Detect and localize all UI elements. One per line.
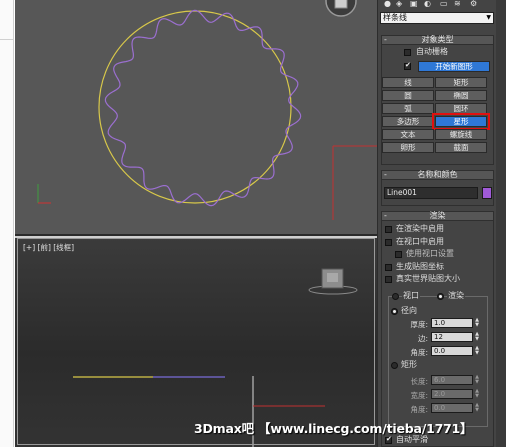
name-color-rollout-header[interactable]: - 名称和颜色 — [381, 170, 494, 180]
viewport-front[interactable]: [+] [前] [线框] — [15, 236, 377, 447]
enable-in-viewport-label: 在视口中启用 — [396, 237, 444, 246]
use-viewport-settings-label: 使用视口设置 — [406, 249, 454, 258]
radial-angle-label: 角度: — [410, 348, 428, 357]
rectangular-radio[interactable] — [391, 362, 398, 369]
rect-angle-spinner-icon[interactable]: ▲ ▼ — [474, 403, 480, 413]
real-world-map-size-label: 真实世界贴图大小 — [396, 274, 460, 283]
viewport-top-canvas — [37, 9, 377, 220]
rect-angle-label: 角度: — [410, 405, 428, 414]
renderer-radio-label: 渲染 — [447, 291, 465, 300]
shape-button-egg[interactable]: 卵形 — [382, 142, 434, 153]
left-window-strip — [0, 0, 14, 447]
enable-in-renderer-checkbox[interactable] — [385, 226, 392, 233]
auto-smooth-checkbox[interactable] — [385, 435, 392, 444]
sides-label: 边: — [417, 334, 428, 343]
object-color-swatch[interactable] — [482, 187, 492, 199]
shape-button-ngon[interactable]: 多边形 — [382, 116, 434, 127]
object-type-title: 对象类型 — [421, 35, 454, 44]
rectangular-label: 矩形 — [401, 360, 417, 369]
width-field[interactable]: 2.0 — [431, 389, 473, 399]
sides-spinner-icon[interactable]: ▲ ▼ — [474, 332, 480, 342]
wavy-star-spline — [104, 9, 302, 207]
enable-in-renderer-label: 在渲染中启用 — [396, 224, 444, 233]
radial-angle-field[interactable]: 0.0 — [431, 346, 473, 356]
rect-angle-field[interactable]: 0.0 — [431, 403, 473, 413]
viewcube-front-icon — [308, 268, 358, 295]
width-spinner-icon[interactable]: ▲ ▼ — [474, 389, 480, 399]
systems-tab-icon[interactable]: ⚙ — [470, 0, 477, 9]
thickness-field[interactable]: 1.0 — [431, 318, 473, 328]
shape-button-donut[interactable]: 圆环 — [435, 103, 487, 114]
chevron-down-icon: ▼ — [486, 14, 491, 21]
command-panel-tabs: ● ◈ ▣ ◐ ▭ ≋ ⚙ — [380, 0, 495, 10]
object-name-field[interactable]: Line001 — [384, 187, 478, 199]
use-viewport-settings-checkbox[interactable] — [395, 251, 402, 258]
radial-angle-spinner-icon[interactable]: ▲ ▼ — [474, 346, 480, 356]
shape-button-text[interactable]: 文本 — [382, 129, 434, 140]
object-type-rollout-header[interactable]: - 对象类型 — [381, 35, 494, 45]
category-dropdown[interactable]: 样条线 ▼ — [380, 12, 494, 24]
shape-button-circle[interactable]: 圆 — [382, 90, 434, 101]
shapes-tab-icon[interactable]: ◈ — [396, 0, 402, 9]
cameras-tab-icon[interactable]: ◐ — [424, 0, 431, 9]
spacewarps-tab-icon[interactable]: ≋ — [454, 0, 461, 9]
autogrid-label: 自动栅格 — [416, 47, 448, 56]
collapse-icon: - — [384, 211, 387, 220]
rendering-title: 渲染 — [429, 211, 446, 220]
renderer-radio[interactable] — [437, 293, 444, 300]
category-dropdown-value: 样条线 — [383, 13, 407, 22]
viewport-front-canvas — [73, 268, 358, 447]
thickness-spinner-icon[interactable]: ▲ ▼ — [474, 318, 480, 328]
length-label: 长度: — [410, 377, 428, 386]
rendering-rollout-header[interactable]: - 渲染 — [381, 211, 494, 221]
shape-button-arc[interactable]: 弧 — [382, 103, 434, 114]
start-new-shape-checkbox[interactable] — [404, 61, 411, 70]
radial-label: 径向 — [401, 306, 417, 315]
command-panel-scrollbar[interactable] — [496, 0, 506, 447]
command-panel: ● ◈ ▣ ◐ ▭ ≋ ⚙ 样条线 ▼ - 对象类型 自动栅格 开始新图形 线矩… — [377, 0, 496, 447]
real-world-map-size-checkbox[interactable] — [385, 276, 392, 283]
helpers-tab-icon[interactable]: ▭ — [440, 0, 448, 9]
watermark-text: 3Dmax吧 【www.linecg.com/tieba/1771】 — [194, 421, 473, 436]
name-color-title: 名称和颜色 — [417, 170, 458, 179]
generate-mapping-coords-label: 生成贴图坐标 — [396, 262, 444, 271]
viewport-radio-label: 视口 — [402, 291, 420, 300]
generate-mapping-coords-checkbox[interactable] — [385, 264, 392, 271]
lights-tab-icon[interactable]: ▣ — [410, 0, 418, 9]
create-tab-icon[interactable]: ● — [384, 0, 391, 9]
shape-button-section[interactable]: 截面 — [435, 142, 487, 153]
radial-radio[interactable] — [391, 308, 398, 315]
enable-in-viewport-checkbox[interactable] — [385, 239, 392, 246]
length-spinner-icon[interactable]: ▲ ▼ — [474, 375, 480, 385]
shape-button-ellipse[interactable]: 椭圆 — [435, 90, 487, 101]
collapse-icon: - — [384, 35, 387, 44]
collapse-icon: - — [384, 170, 387, 179]
shape-button-star[interactable]: 星形 — [432, 113, 490, 130]
start-new-shape-button[interactable]: 开始新图形 — [418, 61, 490, 72]
shape-button-rectangle[interactable]: 矩形 — [435, 77, 487, 88]
autogrid-checkbox[interactable] — [404, 49, 411, 56]
shape-button-line[interactable]: 线 — [382, 77, 434, 88]
sides-field[interactable]: 12 — [431, 332, 473, 342]
length-field[interactable]: 6.0 — [431, 375, 473, 385]
thickness-label: 厚度: — [410, 320, 428, 329]
viewport-top[interactable] — [15, 0, 377, 234]
shape-button-helix[interactable]: 螺旋线 — [435, 129, 487, 140]
viewport-radio[interactable] — [392, 293, 399, 300]
width-label: 宽度: — [410, 391, 428, 400]
viewcube-icon[interactable] — [324, 0, 358, 22]
